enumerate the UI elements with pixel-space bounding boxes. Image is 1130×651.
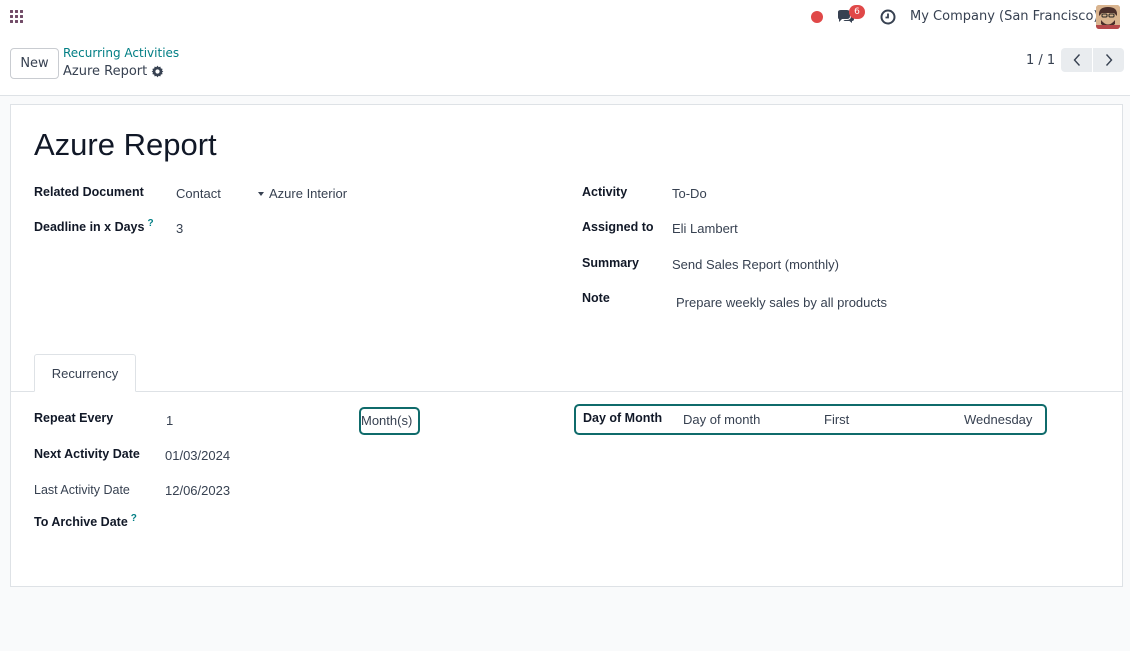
- activity-label: Activity: [582, 185, 628, 199]
- activity-field[interactable]: To-Do: [672, 186, 707, 201]
- user-avatar[interactable]: [1096, 5, 1120, 29]
- tab-recurrency[interactable]: Recurrency: [34, 354, 136, 392]
- repeat-every-label: Repeat Every: [34, 411, 114, 425]
- company-switcher[interactable]: My Company (San Francisco): [910, 9, 1098, 24]
- record-title[interactable]: Azure Report: [34, 127, 217, 163]
- next-activity-date-field[interactable]: 01/03/2024: [165, 448, 230, 463]
- summary-label: Summary: [582, 256, 639, 270]
- deadline-label: Deadline in x Days?: [34, 218, 154, 234]
- next-activity-date-label: Next Activity Date: [34, 447, 140, 461]
- deadline-field[interactable]: 3: [176, 221, 183, 236]
- repeat-unit-value: Month(s): [361, 413, 413, 428]
- new-button[interactable]: New: [10, 48, 59, 79]
- week-position-select[interactable]: First: [824, 412, 849, 427]
- pager-previous-button[interactable]: [1061, 48, 1092, 72]
- day-of-month-label: Day of Month: [583, 411, 663, 425]
- related-document-label: Related Document: [34, 185, 144, 199]
- chevron-right-icon: [1105, 54, 1112, 66]
- assigned-to-label: Assigned to: [582, 220, 654, 234]
- to-archive-date-label-text: To Archive Date: [34, 515, 128, 529]
- breadcrumb-recurring-activities[interactable]: Recurring Activities: [63, 46, 179, 60]
- apps-grid-icon[interactable]: [10, 10, 24, 24]
- message-count-badge: 6: [849, 5, 865, 19]
- last-activity-date-label: Last Activity Date: [34, 483, 130, 497]
- form-sheet: Azure Report Related Document Contact Az…: [10, 104, 1123, 587]
- breadcrumb-current-record: Azure Report: [63, 64, 148, 79]
- summary-field[interactable]: Send Sales Report (monthly): [672, 257, 839, 272]
- tabs-divider: [11, 391, 1122, 392]
- deadline-label-text: Deadline in x Days: [34, 220, 145, 234]
- chevron-left-icon: [1073, 54, 1080, 66]
- clock-icon[interactable]: [880, 9, 896, 25]
- control-panel: New Recurring Activities Azure Report 1 …: [0, 34, 1130, 96]
- pager-next-button[interactable]: [1093, 48, 1124, 72]
- help-tooltip-icon[interactable]: ?: [147, 218, 153, 229]
- related-document-model-field[interactable]: Contact: [176, 186, 221, 201]
- help-tooltip-icon[interactable]: ?: [131, 513, 137, 524]
- top-navbar: 6 My Company (San Francisco): [0, 0, 1130, 34]
- note-field[interactable]: Prepare weekly sales by all products: [676, 295, 887, 310]
- avatar-icon: [1096, 5, 1120, 29]
- status-dot-icon[interactable]: [811, 11, 823, 23]
- related-document-record-field[interactable]: Azure Interior: [258, 186, 347, 201]
- caret-down-icon: [258, 191, 264, 196]
- day-mode-select[interactable]: Day of month: [683, 412, 760, 427]
- repeat-every-field[interactable]: 1: [166, 413, 173, 428]
- note-label: Note: [582, 291, 610, 305]
- weekday-select[interactable]: Wednesday: [964, 412, 1032, 427]
- gear-icon[interactable]: [151, 65, 164, 78]
- assigned-to-field[interactable]: Eli Lambert: [672, 221, 738, 236]
- pager-value[interactable]: 1 / 1: [1026, 53, 1055, 68]
- related-document-record-value: Azure Interior: [269, 186, 348, 201]
- last-activity-date-field: 12/06/2023: [165, 483, 231, 498]
- repeat-unit-select[interactable]: Month(s): [359, 407, 420, 435]
- to-archive-date-label: To Archive Date?: [34, 513, 137, 529]
- day-of-month-group: Day of Month Day of month First Wednesda…: [574, 404, 1047, 435]
